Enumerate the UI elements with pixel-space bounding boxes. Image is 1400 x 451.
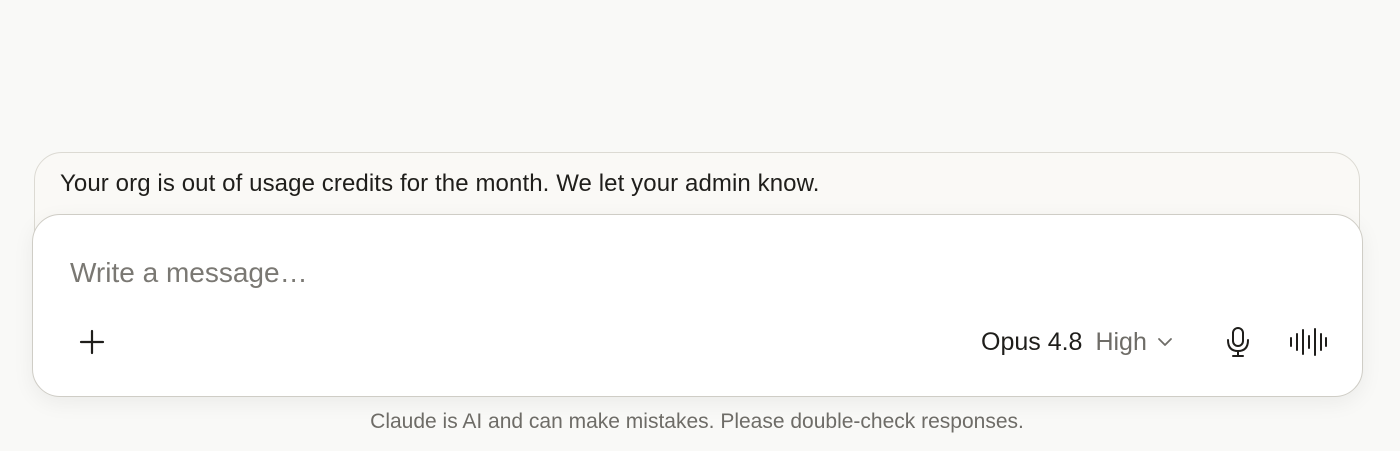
add-attachment-button[interactable]: [71, 321, 113, 363]
model-name: Opus 4.8: [981, 327, 1083, 356]
chat-page: Your org is out of usage credits for the…: [0, 0, 1400, 451]
message-input[interactable]: [70, 253, 1270, 293]
plus-icon: [79, 329, 105, 355]
chevron-down-icon: [1157, 337, 1173, 347]
voice-mode-button[interactable]: [1285, 321, 1331, 363]
ai-disclaimer: Claude is AI and can make mistakes. Plea…: [370, 410, 1024, 433]
effort-level: High: [1095, 327, 1147, 356]
model-selector[interactable]: Opus 4.8 High: [981, 321, 1173, 363]
voice-waveform-icon: [1288, 327, 1328, 357]
notice-text: Your org is out of usage credits for the…: [60, 170, 820, 197]
dictation-button[interactable]: [1217, 321, 1259, 363]
message-composer: Opus 4.8 High: [32, 214, 1363, 397]
microphone-icon: [1225, 326, 1251, 358]
